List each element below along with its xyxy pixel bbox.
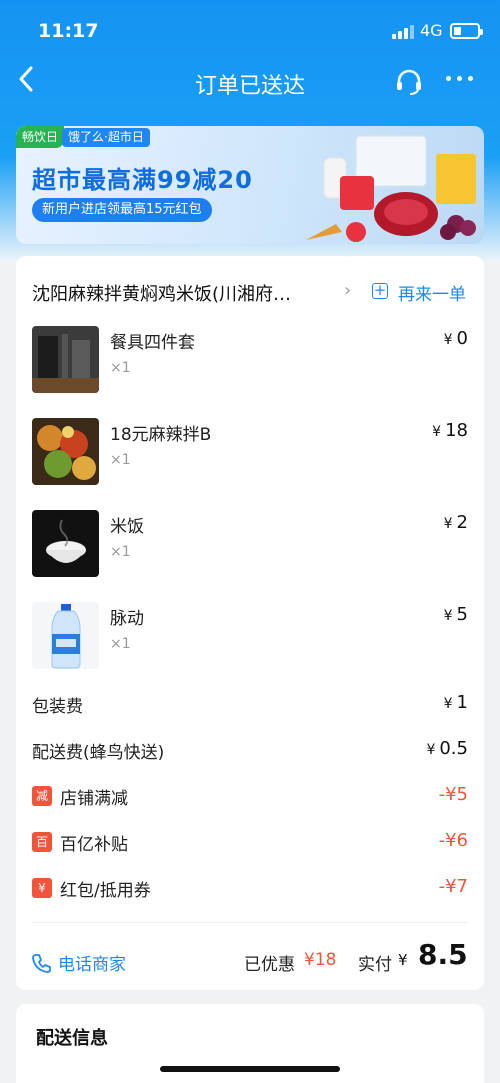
promo-banner[interactable]: 畅饮日 饿了么·超市日 超市最高满99减20 新用户进店领最高15元红包: [16, 126, 484, 244]
home-indicator[interactable]: [160, 1066, 340, 1072]
list-item: 餐具四件套 ×1 ¥0: [32, 326, 468, 398]
discount-badge-icon: ¥: [32, 878, 52, 898]
item-quantity: ×1: [110, 452, 131, 468]
order-card: 沈阳麻辣拌黄焖鸡米饭(川湘府… › + 再来一单 餐具四件套 ×1 ¥0 18元…: [16, 256, 484, 990]
network-type: 4G: [420, 21, 443, 40]
discount-label: 百亿补贴: [60, 835, 128, 855]
paid-value: 8.5: [418, 938, 468, 971]
banner-tag-supermarket-day: 饿了么·超市日: [62, 128, 150, 147]
banner-subtitle: 新用户进店领最高15元红包: [32, 198, 212, 222]
nav-bar: 订单已送达: [0, 58, 500, 104]
saved-label: 已优惠: [244, 955, 295, 975]
banner-title: 超市最高满99减20: [32, 166, 253, 194]
signal-icon: [392, 25, 414, 39]
item-name: 脉动: [110, 609, 144, 629]
customer-service-icon[interactable]: [394, 67, 424, 101]
discount-label: 红包/抵用券: [60, 881, 151, 901]
saved-value: ¥18: [304, 950, 337, 970]
discount-row-shop: 减 店铺满减 -¥5: [32, 784, 468, 812]
add-icon[interactable]: +: [372, 283, 388, 299]
delivery-info-title: 配送信息: [36, 1028, 108, 1049]
divider: [32, 922, 468, 923]
discount-value: -¥7: [438, 876, 468, 897]
item-price: ¥18: [432, 420, 468, 441]
item-quantity: ×1: [110, 544, 131, 560]
banner-tag-drink-day: 畅饮日: [16, 126, 65, 148]
item-name: 餐具四件套: [110, 333, 195, 353]
list-item: 18元麻辣拌B ×1 ¥18: [32, 418, 468, 490]
status-bar: 11:17 4G: [0, 0, 500, 60]
list-item: 米饭 ×1 ¥2: [32, 510, 468, 582]
page-title: 订单已送达: [194, 74, 305, 99]
discount-value: -¥6: [438, 830, 468, 851]
item-name: 18元麻辣拌B: [110, 425, 212, 445]
item-quantity: ×1: [110, 360, 131, 376]
fee-value: ¥1: [443, 692, 468, 713]
item-name: 米饭: [110, 517, 144, 537]
item-price: ¥5: [443, 604, 468, 625]
fee-row-delivery: 配送费(蜂鸟快送) ¥0.5: [32, 738, 468, 766]
fee-row-packaging: 包装费 ¥1: [32, 692, 468, 720]
discount-badge-icon: 减: [32, 786, 52, 806]
fee-label: 配送费(蜂鸟快送): [32, 743, 165, 763]
tableware-image: [32, 326, 99, 393]
chevron-right-icon[interactable]: ›: [344, 280, 351, 301]
drink-bottle-image: [32, 602, 99, 669]
rice-image: [32, 510, 99, 577]
call-merchant-button[interactable]: 电话商家: [32, 950, 126, 975]
spicy-mix-image: [32, 418, 99, 485]
item-price: ¥0: [443, 328, 468, 349]
shop-name[interactable]: 沈阳麻辣拌黄焖鸡米饭(川湘府…: [32, 280, 291, 306]
discount-label: 店铺满减: [60, 789, 128, 809]
item-quantity: ×1: [110, 636, 131, 652]
battery-icon: [450, 23, 483, 39]
reorder-button[interactable]: 再来一单: [398, 280, 466, 305]
list-item: 脉动 ×1 ¥5: [32, 602, 468, 674]
item-price: ¥2: [443, 512, 468, 533]
fee-value: ¥0.5: [426, 738, 468, 759]
discount-value: -¥5: [438, 784, 468, 805]
status-time: 11:17: [38, 20, 99, 42]
call-merchant-label: 电话商家: [58, 955, 126, 975]
discount-row-subsidy: 百 百亿补贴 -¥6: [32, 830, 468, 858]
paid-currency: ¥: [398, 951, 408, 969]
phone-icon: [32, 953, 51, 973]
discount-badge-icon: 百: [32, 832, 52, 852]
discount-row-coupon: ¥ 红包/抵用券 -¥7: [32, 876, 468, 904]
more-icon[interactable]: [446, 76, 473, 81]
fee-label: 包装费: [32, 697, 83, 717]
banner-goods-image: [306, 132, 484, 244]
paid-label: 实付: [358, 955, 392, 975]
